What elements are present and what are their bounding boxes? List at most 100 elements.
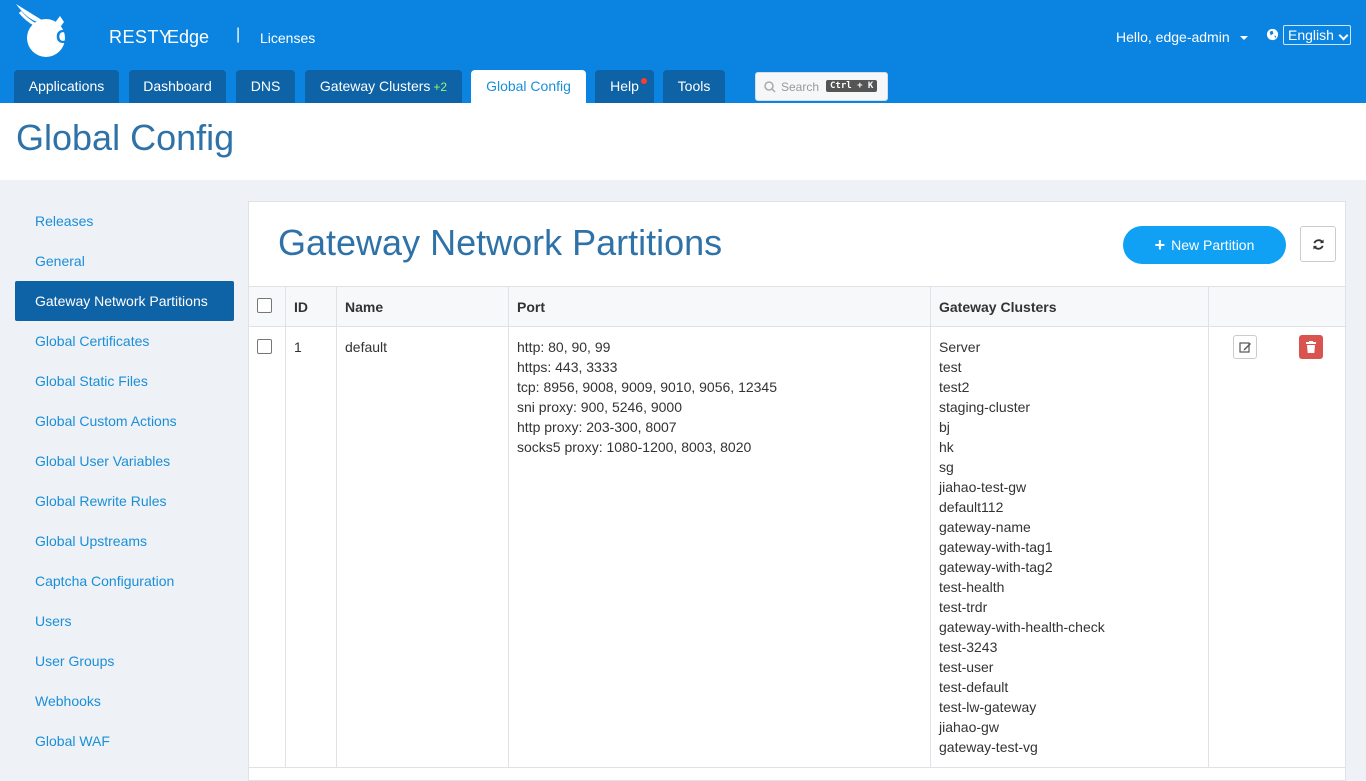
port-line: https: 443, 3333 bbox=[517, 359, 618, 375]
tab-label: Global Config bbox=[486, 78, 571, 94]
sidebar-item-global-waf[interactable]: Global WAF bbox=[15, 721, 234, 761]
row-checkbox[interactable] bbox=[257, 339, 272, 354]
search-icon bbox=[764, 81, 776, 93]
actions-header bbox=[1208, 286, 1345, 327]
new-partition-button[interactable]: + New Partition bbox=[1123, 226, 1286, 264]
tab-dashboard[interactable]: Dashboard bbox=[129, 70, 226, 103]
tab-dns[interactable]: DNS bbox=[236, 70, 295, 103]
language-select[interactable]: English bbox=[1283, 25, 1351, 45]
page-header: Global Config bbox=[0, 103, 1366, 180]
notification-dot bbox=[641, 78, 647, 84]
row-actions bbox=[1208, 326, 1345, 768]
sidebar: Releases General Gateway Network Partiti… bbox=[15, 201, 234, 761]
sidebar-item-general[interactable]: General bbox=[15, 241, 234, 281]
port-line: http proxy: 203-300, 8007 bbox=[517, 419, 677, 435]
cluster-item: test2 bbox=[939, 379, 970, 395]
sidebar-item-global-static-files[interactable]: Global Static Files bbox=[15, 361, 234, 401]
chevron-down-icon bbox=[1239, 36, 1248, 41]
sidebar-item-releases[interactable]: Releases bbox=[15, 201, 234, 241]
port-line: tcp: 8956, 9008, 9009, 9010, 9056, 12345 bbox=[517, 379, 778, 395]
edit-button[interactable] bbox=[1233, 335, 1257, 359]
cluster-item: test bbox=[939, 359, 962, 375]
product-name: Edge bbox=[167, 27, 210, 47]
sidebar-item-user-groups[interactable]: User Groups bbox=[15, 641, 234, 681]
tab-label: Tools bbox=[677, 78, 711, 94]
sidebar-item-global-upstreams[interactable]: Global Upstreams bbox=[15, 521, 234, 561]
cluster-item: sg bbox=[939, 459, 954, 475]
cluster-item: hk bbox=[939, 439, 954, 455]
cluster-item: Server bbox=[939, 339, 981, 355]
partitions-table: ID Name Port Gateway Clusters 1 default … bbox=[249, 286, 1345, 768]
sidebar-item-global-rewrite-rules[interactable]: Global Rewrite Rules bbox=[15, 481, 234, 521]
row-id: 1 bbox=[285, 326, 337, 768]
licenses-link[interactable]: Licenses bbox=[260, 30, 315, 46]
port-line: socks5 proxy: 1080-1200, 8003, 8020 bbox=[517, 439, 752, 455]
row-clusters: Server test test2 staging-cluster bj hk … bbox=[930, 326, 1209, 768]
name-header: Name bbox=[336, 286, 509, 327]
refresh-icon bbox=[1313, 239, 1324, 250]
cluster-item: test-trdr bbox=[939, 599, 988, 615]
table-row: 1 default http: 80, 90, 99 https: 443, 3… bbox=[249, 326, 1345, 768]
cluster-item: gateway-test-vg bbox=[939, 739, 1038, 755]
sidebar-item-global-certificates[interactable]: Global Certificates bbox=[15, 321, 234, 361]
page-title: Global Config bbox=[16, 117, 235, 158]
trash-icon bbox=[1306, 341, 1316, 353]
search-input[interactable]: Search Ctrl + K bbox=[755, 72, 888, 101]
sidebar-item-webhooks[interactable]: Webhooks bbox=[15, 681, 234, 721]
brand-resty: RESTY bbox=[109, 27, 172, 47]
chevron-down-icon bbox=[1338, 30, 1349, 41]
select-all-checkbox[interactable] bbox=[257, 297, 272, 313]
cluster-item: gateway-with-health-check bbox=[939, 619, 1105, 635]
sidebar-item-captcha-configuration[interactable]: Captcha Configuration bbox=[15, 561, 234, 601]
cluster-item: gateway-with-tag2 bbox=[939, 559, 1053, 575]
panel-title: Gateway Network Partitions bbox=[278, 222, 723, 263]
language-selected: English bbox=[1288, 27, 1334, 43]
user-greeting: Hello, edge-admin bbox=[1116, 29, 1230, 45]
tab-applications[interactable]: Applications bbox=[14, 70, 119, 103]
sidebar-item-global-custom-actions[interactable]: Global Custom Actions bbox=[15, 401, 234, 441]
globe-icon bbox=[1266, 28, 1279, 41]
brand-open: OPEN bbox=[56, 27, 110, 47]
tab-gateway-clusters[interactable]: Gateway Clusters +2 bbox=[305, 70, 462, 103]
cluster-item: staging-cluster bbox=[939, 399, 1031, 415]
search-placeholder: Search bbox=[781, 80, 820, 94]
cluster-item: jiahao-test-gw bbox=[939, 479, 1027, 495]
port-header: Port bbox=[508, 286, 931, 327]
select-all-header bbox=[249, 286, 286, 327]
refresh-button[interactable] bbox=[1300, 226, 1336, 262]
tab-global-config[interactable]: Global Config bbox=[471, 70, 586, 103]
port-line: sni proxy: 900, 5246, 9000 bbox=[517, 399, 683, 415]
row-select-cell bbox=[249, 326, 286, 768]
partitions-panel: Gateway Network Partitions + New Partitio… bbox=[248, 201, 1346, 781]
id-header: ID bbox=[285, 286, 337, 327]
user-menu[interactable]: Hello, edge-admin bbox=[1116, 29, 1248, 45]
tab-label: Applications bbox=[28, 78, 105, 94]
row-name: default bbox=[336, 326, 509, 768]
cluster-item: test-health bbox=[939, 579, 1005, 595]
cluster-item: test-user bbox=[939, 659, 994, 675]
table-header-row: ID Name Port Gateway Clusters bbox=[249, 286, 1345, 327]
brand-wordmark[interactable]: OPENRESTY bbox=[56, 27, 172, 48]
clusters-header: Gateway Clusters bbox=[930, 286, 1209, 327]
cluster-item: test-default bbox=[939, 679, 1009, 695]
tab-tools[interactable]: Tools bbox=[663, 70, 725, 103]
row-ports: http: 80, 90, 99 https: 443, 3333 tcp: 8… bbox=[508, 326, 931, 768]
cluster-item: test-lw-gateway bbox=[939, 699, 1037, 715]
top-navbar: OPENRESTY Edge | Licenses Hello, edge-ad… bbox=[0, 0, 1366, 103]
cluster-item: gateway-name bbox=[939, 519, 1031, 535]
cluster-item: bj bbox=[939, 419, 950, 435]
tab-help[interactable]: Help bbox=[595, 70, 654, 103]
tab-label: Gateway Clusters bbox=[319, 78, 431, 94]
new-partition-label: New Partition bbox=[1171, 237, 1255, 253]
port-line: http: 80, 90, 99 bbox=[517, 339, 611, 355]
tab-label: DNS bbox=[250, 78, 281, 94]
cluster-item: gateway-with-tag1 bbox=[939, 539, 1053, 555]
sidebar-item-gateway-network-partitions[interactable]: Gateway Network Partitions bbox=[15, 281, 234, 321]
brand-separator: | bbox=[236, 26, 241, 43]
sidebar-item-users[interactable]: Users bbox=[15, 601, 234, 641]
edit-icon bbox=[1239, 342, 1251, 353]
sidebar-item-global-user-variables[interactable]: Global User Variables bbox=[15, 441, 234, 481]
tab-badge: +2 bbox=[433, 80, 448, 94]
tab-label: Dashboard bbox=[143, 78, 212, 94]
delete-button[interactable] bbox=[1299, 335, 1323, 359]
